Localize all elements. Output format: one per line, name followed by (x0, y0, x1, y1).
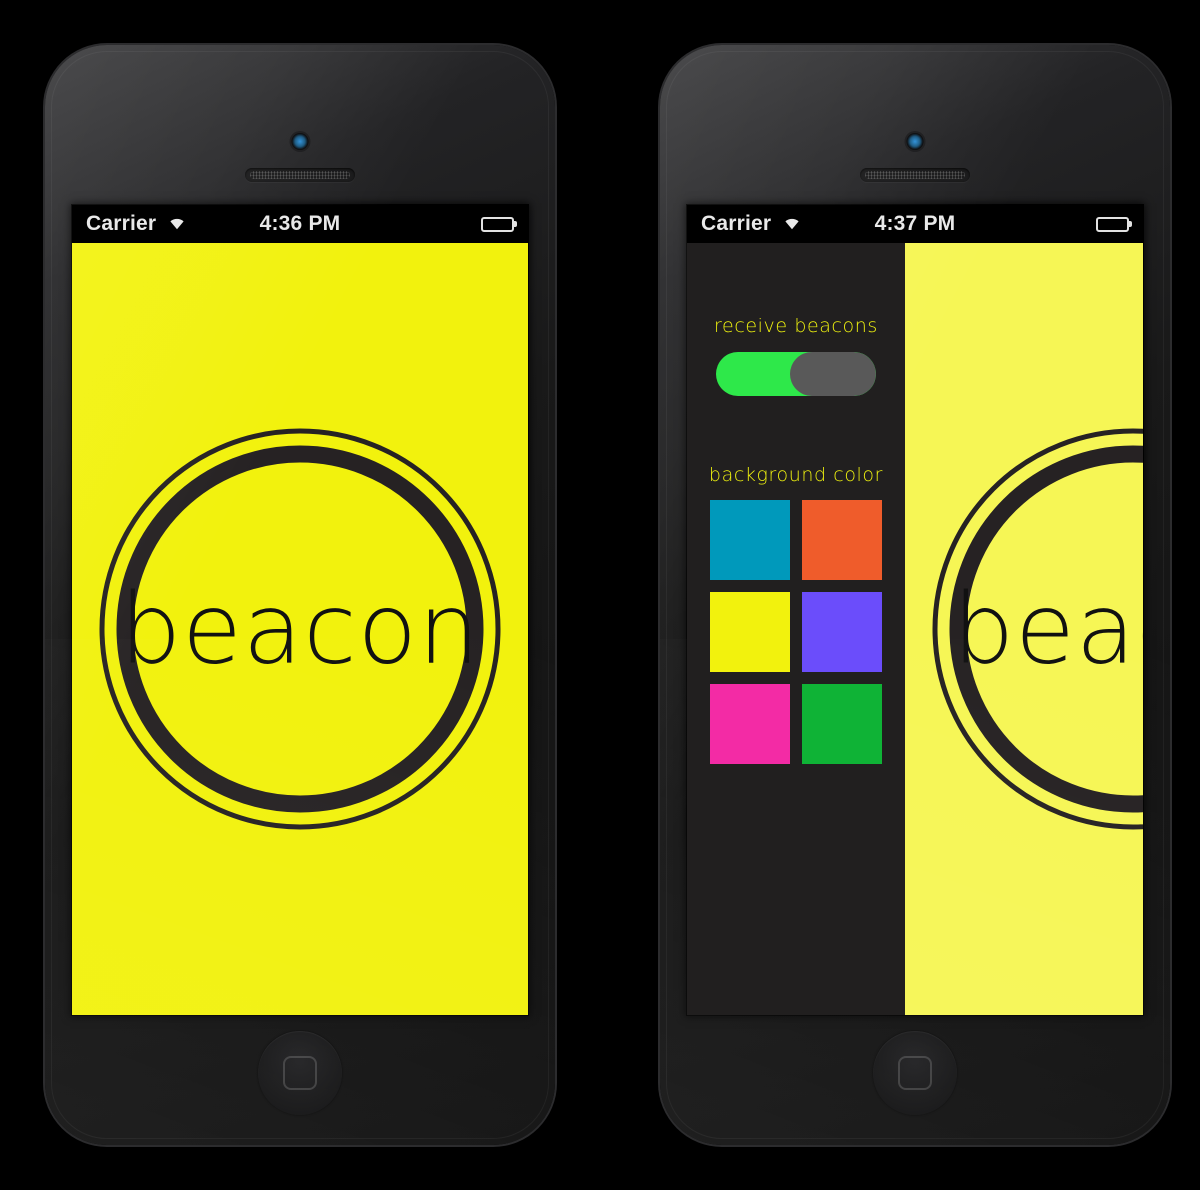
beacon-logo: beacon (92, 421, 508, 837)
status-bar-left: Carrier (701, 212, 804, 236)
status-bar: Carrier 4:36 PM (72, 205, 528, 243)
beacon-logo: beacon (925, 421, 1143, 837)
carrier-label: Carrier (86, 212, 157, 235)
wifi-icon (780, 212, 804, 236)
home-button[interactable] (258, 1031, 342, 1115)
home-button-square-icon (283, 1056, 317, 1090)
phone-device-home: Carrier 4:36 PM beacon (45, 45, 555, 1145)
beacon-wordmark: beacon (119, 572, 481, 686)
color-swatch-yellow[interactable] (710, 592, 790, 672)
toggle-knob[interactable] (790, 352, 876, 396)
front-camera-icon (906, 133, 924, 150)
background-color-label: background color (708, 464, 884, 486)
earpiece-speaker-icon (860, 168, 970, 182)
home-button[interactable] (873, 1031, 957, 1115)
phone-device-settings: Carrier 4:37 PM receive beacons backgrou… (660, 45, 1170, 1145)
status-bar-right (481, 216, 514, 232)
color-swatch-green[interactable] (802, 684, 882, 764)
color-swatch-orange[interactable] (802, 500, 882, 580)
settings-drawer: receive beacons background color (687, 243, 905, 1015)
status-bar: Carrier 4:37 PM (687, 205, 1143, 243)
background-color-swatch-grid (710, 500, 882, 764)
status-bar-right (1096, 216, 1129, 232)
beacon-wordmark: beacon (952, 572, 1143, 686)
carrier-label: Carrier (701, 212, 772, 235)
beacon-home-page-slid[interactable]: beacon (905, 243, 1143, 1015)
screenshot-stage: Carrier 4:36 PM beacon Carrier 4:37 PM r… (0, 0, 1200, 1190)
color-swatch-purple[interactable] (802, 592, 882, 672)
color-swatch-teal[interactable] (710, 500, 790, 580)
phone-1-screen: Carrier 4:36 PM beacon (72, 205, 528, 1015)
home-button-square-icon (898, 1056, 932, 1090)
receive-beacons-label: receive beacons (714, 315, 878, 337)
phone-2-screen: Carrier 4:37 PM receive beacons backgrou… (687, 205, 1143, 1015)
front-camera-icon (291, 133, 309, 150)
status-bar-left: Carrier (86, 212, 189, 236)
color-swatch-magenta[interactable] (710, 684, 790, 764)
earpiece-speaker-icon (245, 168, 355, 182)
battery-icon (1096, 216, 1129, 232)
wifi-icon (165, 212, 189, 236)
receive-beacons-toggle[interactable] (716, 352, 876, 396)
beacon-home-page: beacon (72, 243, 528, 1015)
battery-icon (481, 216, 514, 232)
